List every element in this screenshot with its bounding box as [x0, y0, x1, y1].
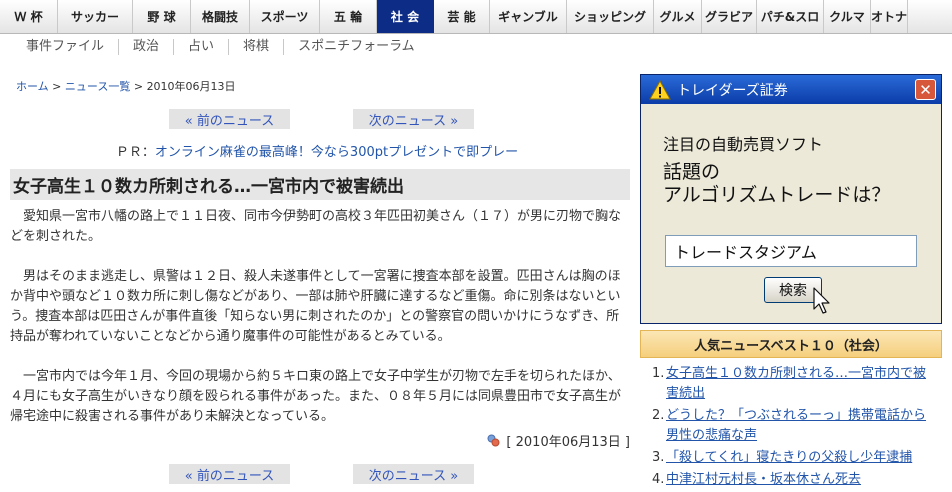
article-paragraph: 男はそのまま逃走し、県警は１２日、殺人未遂事件として一宮署に捜査本部を設置。匹田…	[10, 269, 621, 344]
pr-line: ＰＲ：オンライン麻雀の最高峰！今なら300ptプレゼントで即プレー	[0, 141, 634, 160]
ranking-number: 4.	[652, 472, 665, 487]
ranking-number: 2.	[652, 408, 665, 423]
sub-nav: 事件ファイル 政治 占い 将棋 スポニチフォーラム	[12, 34, 429, 60]
article-title: 女子高生１０数カ所刺される…一宮市内で被害続出	[10, 169, 630, 200]
close-icon[interactable]: ✕	[915, 79, 936, 100]
breadcrumb-list-link[interactable]: ニュース一覧	[65, 80, 130, 93]
breadcrumb-separator: >	[48, 80, 65, 93]
ranking-number: 1.	[652, 366, 665, 381]
ad-title: トレイダーズ証券	[677, 82, 788, 99]
ad-banner[interactable]: トレイダーズ証券 ✕ 注目の自動売買ソフト 話題の アルゴリズムトレードは？ ト…	[640, 74, 942, 324]
ranking-link[interactable]: 女子高生１０数カ所刺される…一宮市内で被害続出	[666, 364, 936, 404]
nav-category-1[interactable]: サッカー	[58, 0, 133, 33]
nav-category-10[interactable]: グルメ	[654, 0, 702, 33]
subnav-item-shogi[interactable]: 将棋	[228, 39, 283, 55]
article-dateline: [ 2010年06月13日 ]	[487, 431, 630, 450]
ranking-title: 人気ニュースベスト１０（社会）	[640, 330, 942, 358]
ad-titlebar: トレイダーズ証券 ✕	[641, 75, 941, 104]
ad-tagline: 注目の自動売買ソフト	[663, 135, 824, 154]
subnav-item-seiji[interactable]: 政治	[118, 39, 173, 55]
pager-top: « 前のニュース 次のニュース »	[0, 109, 634, 129]
nav-category-8[interactable]: ギャンブル	[490, 0, 567, 33]
ranking-list: 1. 女子高生１０数カ所刺される…一宮市内で被害続出 2. どうした？「つぶされるー…	[640, 358, 942, 490]
ranking-item[interactable]: 1. 女子高生１０数カ所刺される…一宮市内で被害続出	[652, 364, 936, 404]
prev-news-button[interactable]: « 前のニュース	[169, 464, 290, 484]
ad-search-field[interactable]: トレードスタジアム	[665, 235, 917, 267]
nav-category-2[interactable]: 野 球	[133, 0, 191, 33]
next-news-button[interactable]: 次のニュース »	[353, 109, 474, 129]
warning-icon	[649, 79, 671, 100]
nav-category-7[interactable]: 芸 能	[434, 0, 490, 33]
ranking-item[interactable]: 4. 中津江村元村長・坂本休さん死去	[652, 470, 936, 490]
nav-category-6[interactable]: 社 会	[377, 0, 434, 33]
breadcrumb-home-link[interactable]: ホーム	[16, 80, 49, 93]
category-nav: Ｗ 杯サッカー野 球格闘技 スポーツ五 輪社 会芸 能ギャンブル ショッピング グルメ…	[0, 0, 952, 34]
article-date: [ 2010年06月13日 ]	[506, 435, 630, 450]
nav-category-4[interactable]: スポーツ	[250, 0, 320, 33]
article-column: ホーム > ニュース一覧 > 2010年06月13日 « 前のニュース 次のニュ…	[0, 60, 634, 492]
prev-news-button[interactable]: « 前のニュース	[169, 109, 290, 129]
pager-bottom: « 前のニュース 次のニュース »	[0, 464, 634, 484]
bookmark-icon[interactable]	[487, 434, 500, 447]
pr-prefix: ＰＲ：	[115, 145, 155, 160]
subnav-item-forum[interactable]: スポニチフォーラム	[283, 39, 429, 55]
ranking-item[interactable]: 2. どうした？「つぶされるーっ」携帯電話から男性の悲痛な声	[652, 406, 936, 446]
subnav-item-uranai[interactable]: 占い	[173, 39, 228, 55]
article-body: 愛知県一宮市八幡の路上で１１日夜、同市今伊勢町の高校３年匹田初美さん（１７）が男…	[10, 207, 630, 447]
nav-category-13[interactable]: クルマ	[824, 0, 871, 33]
subnav-item-jiken[interactable]: 事件ファイル	[12, 39, 118, 55]
nav-category-14[interactable]: オトナ	[871, 0, 908, 33]
breadcrumb: ホーム > ニュース一覧 > 2010年06月13日	[16, 78, 236, 94]
nav-category-0[interactable]: Ｗ 杯	[0, 0, 58, 33]
nav-category-5[interactable]: 五 輪	[320, 0, 377, 33]
breadcrumb-separator: >	[130, 80, 147, 93]
nav-category-11[interactable]: グラビア	[702, 0, 757, 33]
article-paragraph: 愛知県一宮市八幡の路上で１１日夜、同市今伊勢町の高校３年匹田初美さん（１７）が男…	[10, 209, 622, 244]
mouse-cursor-icon	[812, 287, 834, 317]
ranking-item[interactable]: 3. 「殺してくれ」寝たきりの父殺し少年逮捕	[652, 448, 936, 468]
pr-link[interactable]: オンライン麻雀の最高峰！今なら300ptプレゼントで即プレー	[155, 145, 518, 160]
nav-category-9[interactable]: ショッピング	[567, 0, 654, 33]
next-news-button[interactable]: 次のニュース »	[353, 464, 474, 484]
ad-headline-line: アルゴリズムトレードは？	[663, 184, 891, 206]
ranking-link[interactable]: 「殺してくれ」寝たきりの父殺し少年逮捕	[666, 448, 912, 468]
nav-category-12[interactable]: パチ&スロ	[757, 0, 824, 33]
ranking-link[interactable]: どうした？「つぶされるーっ」携帯電話から男性の悲痛な声	[666, 406, 936, 446]
ad-headline-line: 話題の	[663, 161, 721, 183]
ad-content: 注目の自動売買ソフト 話題の アルゴリズムトレードは？ トレードスタジアム 検索	[646, 109, 936, 319]
ad-headline: 話題の アルゴリズムトレードは？	[663, 161, 890, 207]
breadcrumb-date: 2010年06月13日	[146, 80, 236, 93]
ranking-link[interactable]: 中津江村元村長・坂本休さん死去	[666, 470, 861, 490]
nav-category-3[interactable]: 格闘技	[191, 0, 250, 33]
article-paragraph: 一宮市内では今年１月、今回の現場から約５キロ東の路上で女子中学生が刃物で左手を切…	[10, 369, 622, 424]
ranking-number: 3.	[652, 450, 665, 465]
popular-news-ranking: 人気ニュースベスト１０（社会） 1. 女子高生１０数カ所刺される…一宮市内で被害続…	[640, 330, 942, 492]
